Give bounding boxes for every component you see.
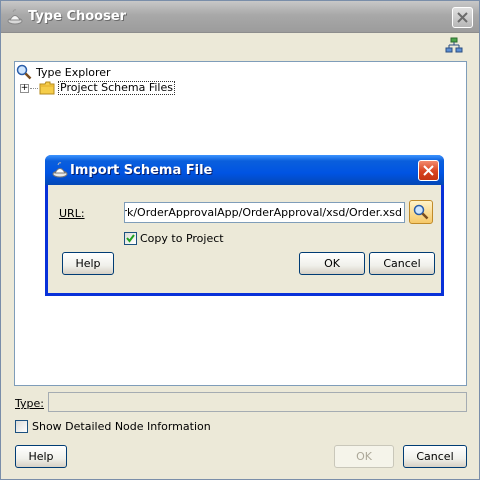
window-close-button[interactable] bbox=[452, 7, 473, 28]
app-icon bbox=[6, 8, 24, 26]
tree-item-project-schema-files[interactable]: + Project Schema Files bbox=[20, 80, 175, 96]
help-button[interactable]: Help bbox=[15, 445, 67, 468]
tree-connector bbox=[30, 87, 38, 89]
copy-to-project-checkbox[interactable] bbox=[124, 232, 137, 245]
dialog-ok-button[interactable]: OK bbox=[299, 252, 365, 275]
checkmark-icon bbox=[126, 234, 135, 243]
search-icon bbox=[16, 64, 32, 80]
dialog-cancel-button[interactable]: Cancel bbox=[369, 252, 435, 275]
close-icon bbox=[457, 12, 468, 23]
import-schema-dialog: Import Schema File URL: ywork/OrderAppro… bbox=[45, 155, 444, 296]
url-label: URL: bbox=[59, 207, 85, 220]
dialog-titlebar[interactable]: Import Schema File bbox=[45, 155, 444, 185]
show-detailed-label: Show Detailed Node Information bbox=[32, 420, 211, 433]
hierarchy-icon[interactable] bbox=[445, 37, 463, 55]
browse-button[interactable] bbox=[409, 200, 433, 224]
dialog-title: Import Schema File bbox=[70, 163, 213, 178]
type-field[interactable] bbox=[48, 392, 467, 412]
ok-button[interactable]: OK bbox=[334, 445, 394, 468]
app-icon bbox=[51, 161, 69, 179]
expand-plus-icon[interactable]: + bbox=[20, 83, 29, 93]
tree-root-label: Type Explorer bbox=[36, 65, 111, 79]
copy-to-project-label: Copy to Project bbox=[140, 232, 224, 245]
search-icon bbox=[413, 204, 429, 220]
tree-root-type-explorer[interactable]: Type Explorer bbox=[16, 64, 111, 80]
dialog-close-button[interactable] bbox=[418, 160, 439, 181]
url-input[interactable]: ywork/OrderApprovalApp/OrderApproval/xsd… bbox=[124, 202, 405, 223]
folder-icon bbox=[39, 81, 55, 95]
cancel-button[interactable]: Cancel bbox=[403, 445, 467, 468]
dialog-help-button[interactable]: Help bbox=[62, 252, 114, 275]
tree-item-label: Project Schema Files bbox=[58, 81, 175, 95]
window-title: Type Chooser bbox=[28, 9, 127, 24]
show-detailed-checkbox[interactable] bbox=[15, 420, 28, 433]
type-label: Type: bbox=[15, 397, 44, 410]
close-icon bbox=[423, 165, 434, 176]
window-titlebar[interactable]: Type Chooser bbox=[1, 1, 479, 33]
